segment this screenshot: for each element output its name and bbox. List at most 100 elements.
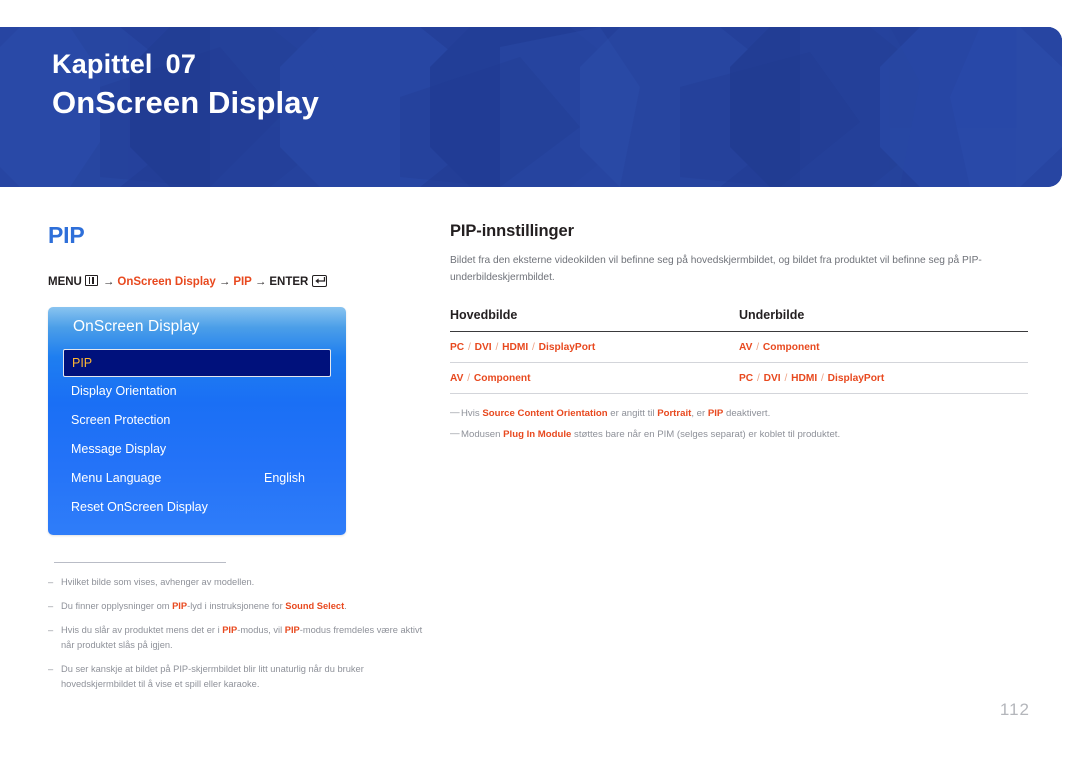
osd-item-label: Menu Language [71,471,162,485]
footnote-item: – Hvis du slår av produktet mens det er i… [48,623,426,653]
source-value: AV [450,373,464,385]
table-row: AV / Component PC / DVI / HDMI / DisplayP… [450,362,1028,395]
chapter-label: Kapittel [52,49,153,79]
menu-path-menu-label: MENU [48,276,82,288]
note-text: Hvilket bilde som vises, avhenger av mod… [61,576,255,587]
note-text: er angitt til [607,408,658,420]
footnote-text: Du ser kanskje at bildet på PIP-skjermbi… [61,662,426,692]
chapter-heading-group: Kapittel 07 OnScreen Display [52,47,319,123]
note-text: Du finner opplysninger om [61,600,173,611]
table-note-text: Modusen Plug In Module støttes bare når … [461,427,840,442]
osd-item-menu-language[interactable]: Menu Language English [63,464,331,493]
footnote-item: – Hvilket bilde som vises, avhenger av mo… [48,575,426,590]
table-cell-sub: PC / DVI / HDMI / DisplayPort [739,362,1028,395]
table-cell-main: PC / DVI / HDMI / DisplayPort [450,331,739,364]
note-dash-icon: — [450,407,460,419]
value-separator: / [754,373,763,385]
note-text: deaktivert. [723,408,771,420]
note-text: Modusen [461,429,504,441]
left-column: PIP MENU → OnScreen Display → PIP → ENTER OnSc… [48,222,428,701]
source-value: HDMI [791,373,818,385]
arrow-icon-1: → [102,276,115,288]
enter-key-icon [312,275,328,287]
footnote-text: Du finner opplysninger om PIP-lyd i inst… [61,599,347,614]
osd-item-screen-protection[interactable]: Screen Protection [63,406,331,435]
source-value: DisplayPort [827,373,885,385]
chapter-number: 07 [165,49,197,79]
arrow-icon-2: → [218,276,231,288]
emphasis-term: PIP [284,624,300,635]
source-value: PC [450,342,465,354]
osd-item-pip[interactable]: PIP [63,348,331,377]
note-text: Hvis [461,408,483,420]
osd-item-label: Display Orientation [71,384,177,398]
osd-item-display-orientation[interactable]: Display Orientation [63,377,331,406]
osd-menu-panel[interactable]: OnScreen Display PIP Display Orientation… [48,306,346,535]
menu-path-step-2: PIP [233,276,252,288]
value-separator: / [464,373,473,385]
pip-source-table: Hovedbilde Underbilde PC / DVI / HDMI / … [450,308,1028,395]
footnote-text: Hvis du slår av produktet mens det er i … [61,623,426,653]
source-value: DVI [763,373,781,385]
table-note-list: — Hvis Source Content Orientation er angi… [450,406,1030,443]
table-cell-sub: AV / Component [739,331,1028,364]
footnote-dash-icon: – [48,663,54,674]
footnote-dash-icon: – [48,624,54,635]
emphasis-term: Plug In Module [503,429,572,441]
footnote-item: – Du ser kanskje at bildet på PIP-skjermb… [48,662,426,692]
emphasis-term: PIP [172,600,188,611]
table-note-text: Hvis Source Content Orientation er angit… [461,406,770,421]
note-text: støttes bare når en PIM (selges separat)… [571,429,841,441]
table-cell-main: AV / Component [450,362,739,395]
chapter-banner: Kapittel 07 OnScreen Display [0,27,1062,187]
osd-menu-list: PIP Display Orientation Screen Protectio… [63,348,331,522]
osd-item-reset-onscreen-display[interactable]: Reset OnScreen Display [63,493,331,522]
menu-path-enter-label: ENTER [269,276,309,288]
osd-item-label: Message Display [71,442,167,456]
subsection-title: PIP-innstillinger [450,222,574,240]
emphasis-term: PIP [222,624,238,635]
table-row: PC / DVI / HDMI / DisplayPort AV / Compon… [450,331,1028,364]
table-note-item: — Modusen Plug In Module støttes bare når… [450,427,1030,442]
value-separator: / [492,342,502,354]
osd-item-message-display[interactable]: Message Display [63,435,331,464]
note-text: Hvis du slår av produktet mens det er i [61,624,223,635]
page-number: 112 [999,700,1030,719]
footnote-text: Hvilket bilde som vises, avhenger av mod… [61,575,254,590]
footnote-list: – Hvilket bilde som vises, avhenger av mo… [48,575,428,692]
osd-panel-title: OnScreen Display [73,317,200,335]
osd-item-label: Screen Protection [71,413,171,427]
footnote-dash-icon: – [48,576,54,587]
emphasis-term: Portrait [657,408,692,420]
emphasis-term: PIP [707,408,724,420]
value-separator: / [818,373,827,385]
note-text: -modus, vil [237,624,285,635]
note-text: -lyd i instruksjonene for [187,600,286,611]
value-separator: / [753,342,762,354]
value-separator: / [529,342,538,354]
footnote-dash-icon: – [48,600,54,611]
note-text: , er [691,408,708,420]
table-body: PC / DVI / HDMI / DisplayPort AV / Compon… [450,331,1028,395]
right-column: PIP-innstillinger Bildet fra den ekstern… [450,222,1030,449]
note-text: Du ser kanskje at bildet på PIP-skjermbi… [61,663,364,689]
note-dash-icon: — [450,428,460,440]
menu-grid-icon [84,275,98,286]
chapter-title: OnScreen Display [52,84,319,120]
emphasis-term: Sound Select [285,600,345,611]
footnote-item: – Du finner opplysninger om PIP-lyd i ins… [48,599,426,614]
source-value: Component [473,373,531,385]
source-value: PC [739,373,754,385]
value-separator: / [465,342,474,354]
intro-paragraph: Bildet fra den eksterne videokilden vil … [450,255,982,283]
osd-item-label: PIP [72,355,93,370]
menu-path-step-1: OnScreen Display [117,276,216,288]
arrow-icon-3: → [254,276,267,288]
note-text: . [344,600,347,611]
source-value: AV [739,342,753,354]
table-note-item: — Hvis Source Content Orientation er angi… [450,406,1030,421]
table-header-sub: Underbilde [739,308,1028,333]
source-value: DisplayPort [538,342,596,354]
source-value: Component [762,342,820,354]
source-value: DVI [474,342,492,354]
